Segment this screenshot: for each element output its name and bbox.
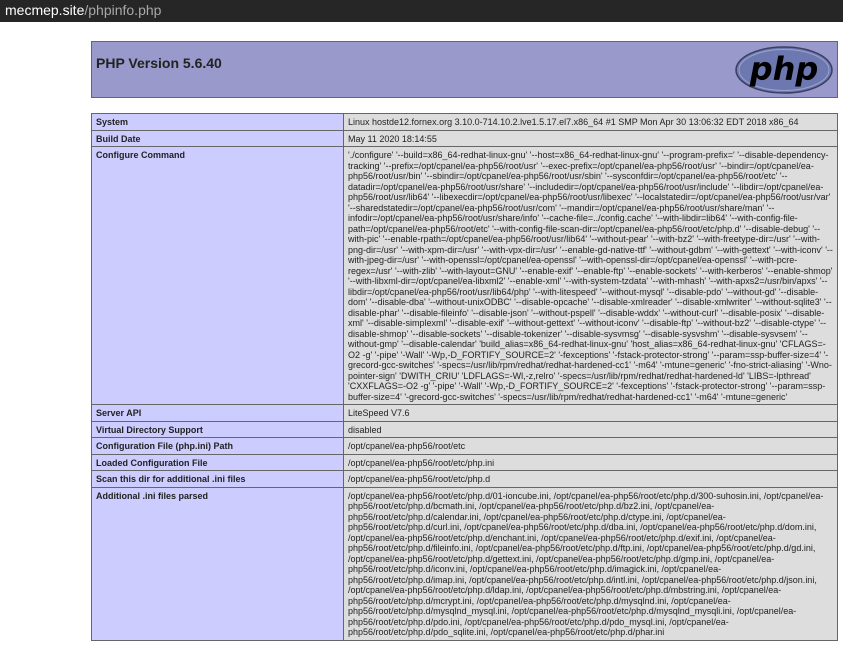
row-label: Additional .ini files parsed [91,486,344,641]
table-row: Additional .ini files parsed/opt/cpanel/… [91,486,838,641]
row-label: Build Date [91,129,344,147]
table-row: Configure Command './configure' '--build=… [91,146,838,405]
address-host: mecmep.site [5,2,85,18]
row-value: disabled [343,420,838,438]
table-row: Server API LiteSpeed V7.6 [91,404,838,422]
row-label: Configuration File (php.ini) Path [91,437,344,455]
table-row: Virtual Directory Support disabled [91,420,838,438]
row-label: System [91,113,344,131]
table-row: Scan this dir for additional .ini files /… [91,470,838,488]
row-label: Scan this dir for additional .ini files [91,470,344,488]
table-row: System Linux hostde12.fornex.org 3.10.0-7… [91,113,838,131]
table-row: Build Date May 11 2020 18:14:55 [91,129,838,147]
address-path: /phpinfo.php [84,2,162,18]
version-header: PHP Version 5.6.40 php [91,41,838,98]
row-label: Configure Command [91,146,344,405]
page-title: PHP Version 5.6.40 [96,55,222,71]
table-row: Configuration File (php.ini) Path/opt/cp… [91,437,838,455]
info-table: System Linux hostde12.fornex.org 3.10.0-7… [91,113,838,641]
php-logo-text: php [749,50,819,88]
row-value: LiteSpeed V7.6 [343,404,838,422]
table-row: Loaded Configuration File/opt/cpanel/ea-… [91,453,838,471]
row-value: Linux hostde12.fornex.org 3.10.0-714.10.… [343,113,838,131]
row-value: /opt/cpanel/ea-php56/root/etc/php.d/01-i… [343,486,838,641]
row-label: Virtual Directory Support [91,420,344,438]
address-bar[interactable]: mecmep.site/phpinfo.php [0,0,843,22]
row-value: './configure' '--build=x86_64-redhat-lin… [343,146,838,405]
row-label: Loaded Configuration File [91,453,344,471]
row-value: May 11 2020 18:14:55 [343,129,838,147]
row-label: Server API [91,404,344,422]
phpinfo-container: PHP Version 5.6.40 php System Linux hostd… [91,41,838,641]
row-value: /opt/cpanel/ea-php56/root/etc [343,437,838,455]
row-value: /opt/cpanel/ea-php56/root/etc/php.ini [343,453,838,471]
php-logo-icon[interactable]: php [735,46,833,94]
row-value: /opt/cpanel/ea-php56/root/etc/php.d [343,470,838,488]
